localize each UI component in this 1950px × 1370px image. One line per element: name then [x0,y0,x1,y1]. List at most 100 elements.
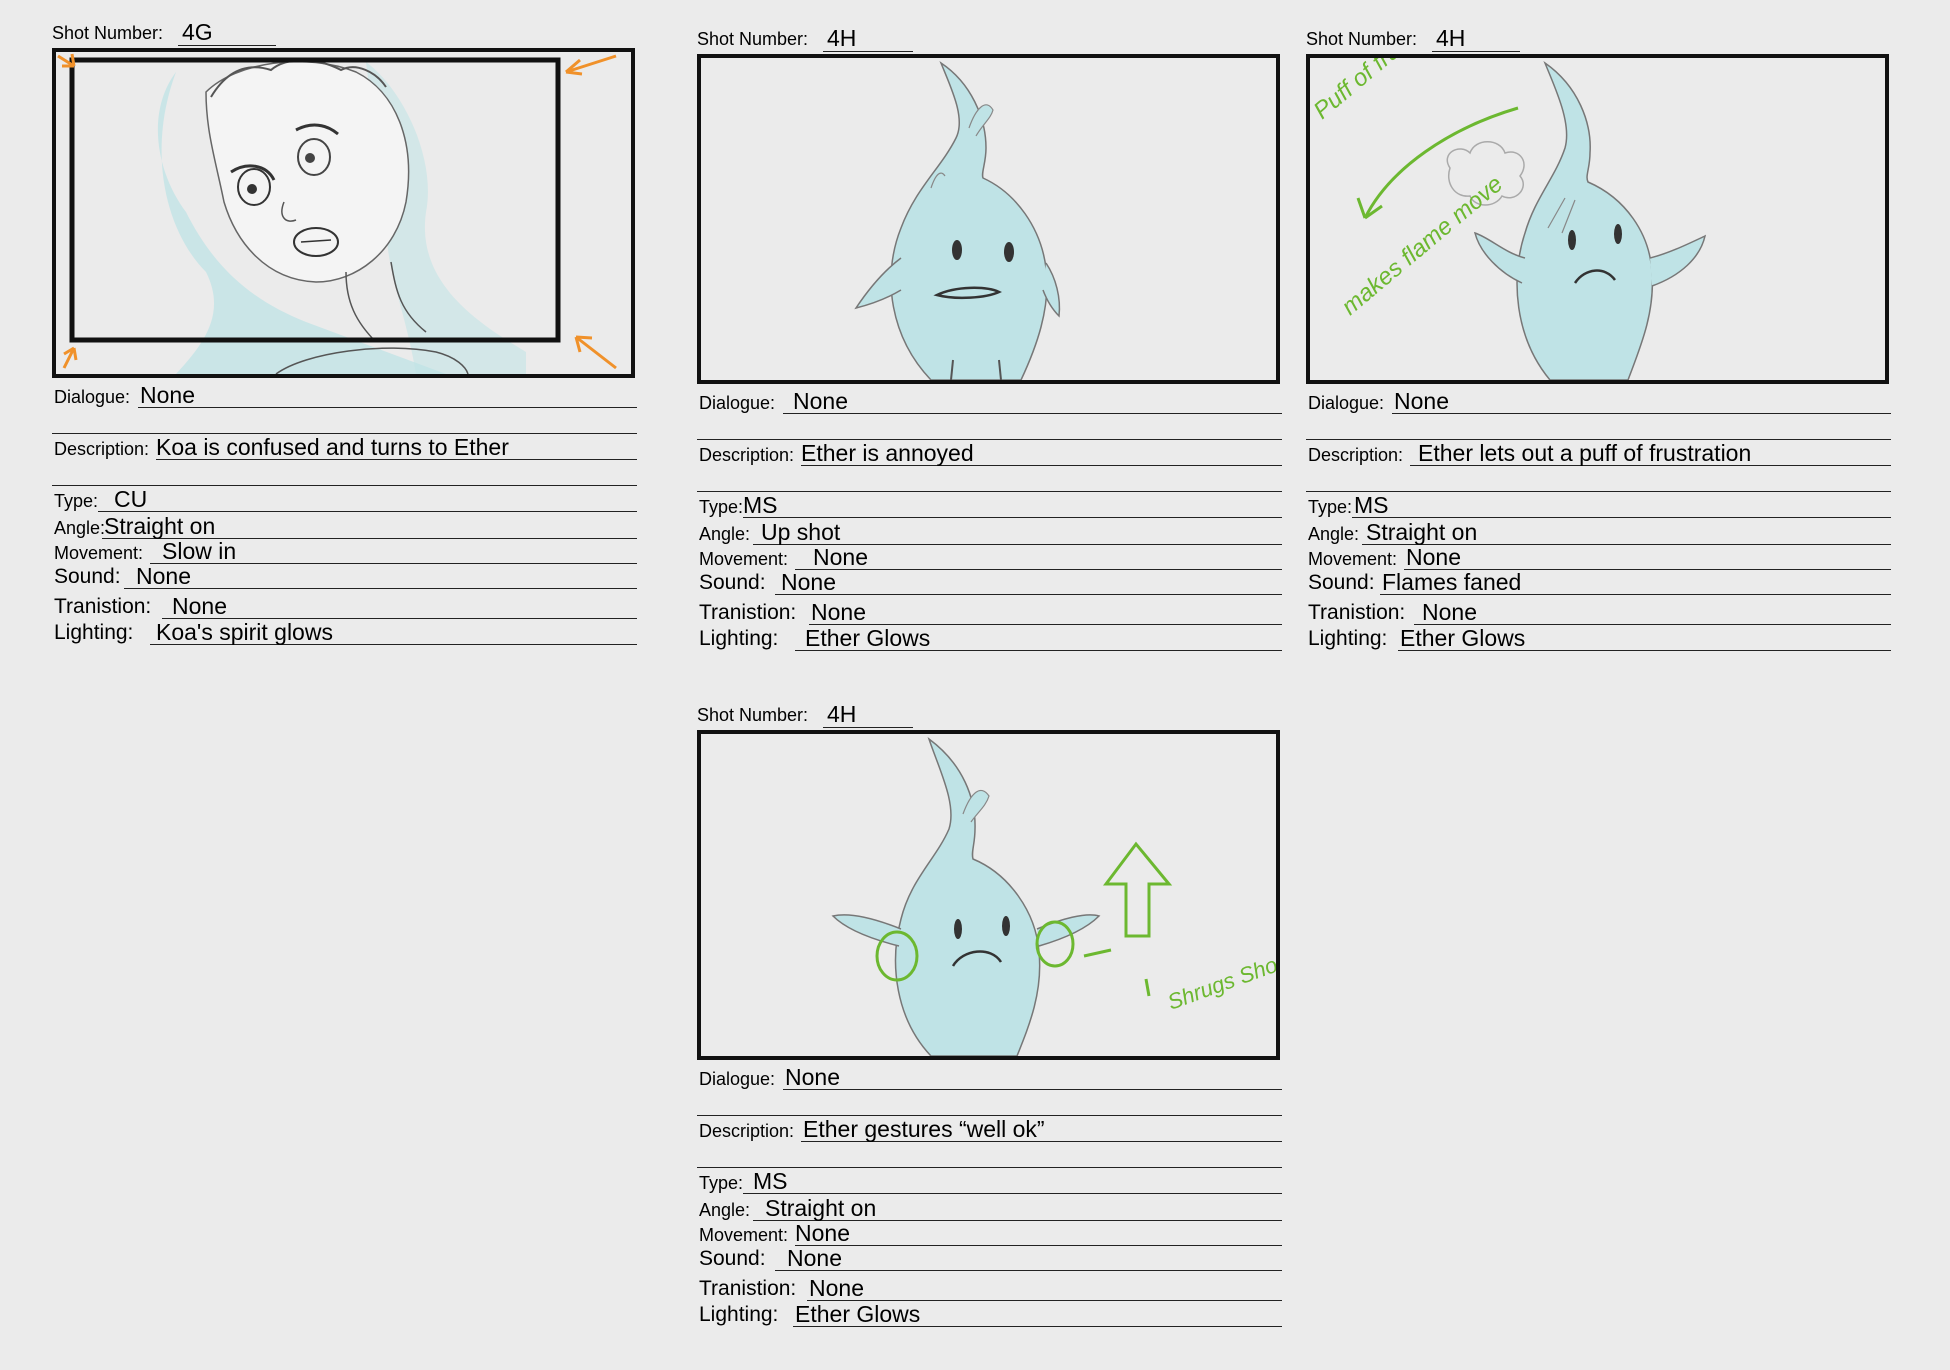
angle-row: Angle: Straight on [1306,520,1891,547]
transition-label: Tranistion: [1308,601,1406,624]
lighting-value: Koa's spirit glows [156,619,333,645]
movement-value: Slow in [162,538,237,564]
dialogue-label: Dialogue: [1308,393,1385,413]
lighting-label: Lighting: [1308,627,1388,650]
description-value: Ether gestures “well ok” [803,1116,1045,1142]
annotation-shrugs-shoulders: Shrugs Shoulders [1164,931,1276,1014]
type-label: Type: [1308,497,1353,517]
type-label: Type: [54,491,99,511]
storyboard-frame: Puff of frustration makes flame move [1306,54,1889,384]
sound-row: Sound: None [697,1246,1282,1273]
shot-number-value: 4H [823,25,913,52]
lighting-row: Lighting: Koa's spirit glows [52,619,637,647]
transition-label: Tranistion: [699,601,797,624]
angle-value: Up shot [761,519,841,545]
description-label: Description: [699,445,795,465]
type-label: Type: [699,1173,744,1193]
sound-row: Sound: None [52,564,637,591]
transition-row: Tranistion: None [697,597,1282,627]
ether-shrug-sketch: Shrugs Shoulders [831,736,1276,1056]
koa-closeup-sketch [57,53,617,374]
type-value: MS [743,492,778,518]
lighting-row: Lighting: Ether Glows [697,625,1282,653]
description-row: Description: Ether gestures “well ok” [697,1116,1282,1144]
movement-label: Movement: [1308,549,1398,569]
ether-annoyed-sketch [854,61,1061,380]
dialogue-label: Dialogue: [699,1069,776,1089]
transition-value: None [809,1275,864,1301]
lighting-value: Ether Glows [795,1301,921,1327]
description-row: Description: Ether is annoyed [697,440,1282,468]
movement-label: Movement: [699,1225,789,1245]
dialogue-label: Dialogue: [699,393,776,413]
storyboard-frame [52,48,635,378]
type-label: Type: [699,497,744,517]
lighting-value: Ether Glows [1400,625,1526,651]
lighting-label: Lighting: [699,1303,779,1326]
shot-number-label: Shot Number: [52,23,164,43]
angle-row: Angle: Straight on [52,514,637,541]
dialogue-value: None [1394,388,1449,414]
sound-value: None [781,569,836,595]
annotation-puff-of-frustration: Puff of frustration [1310,58,1466,125]
shot-details: Dialogue: None Description: Ether lets o… [1306,388,1891,653]
sound-label: Sound: [54,565,121,588]
description-label: Description: [54,439,150,459]
dialogue-row: Dialogue: None [52,383,637,410]
type-value: MS [1354,492,1389,518]
angle-label: Angle: [699,1200,751,1220]
lighting-row: Lighting: Ether Glows [1306,625,1891,653]
storyboard-frame [697,54,1280,384]
shot-details: Dialogue: None Description: Koa is confu… [52,383,637,647]
shot-details: Dialogue: None Description: Ether gestur… [697,1064,1282,1329]
movement-label: Movement: [699,549,789,569]
sound-label: Sound: [699,1247,766,1270]
movement-value: None [1406,544,1461,570]
lighting-label: Lighting: [54,621,134,644]
shot-number-value: 4G [178,19,276,46]
angle-value: Straight on [765,1195,877,1221]
transition-value: None [1422,599,1477,625]
movement-value: None [813,544,868,570]
dialogue-label: Dialogue: [54,387,131,407]
lighting-value: Ether Glows [805,625,931,651]
transition-value: None [811,599,866,625]
description-row: Description: Ether lets out a puff of fr… [1306,441,1891,468]
shot-number-row: Shot Number: 4G [52,16,637,48]
description-label: Description: [1308,445,1404,465]
storyboard-frame: Shrugs Shoulders [697,730,1280,1060]
shot-number-label: Shot Number: [1306,29,1418,49]
description-label: Description: [699,1121,795,1141]
angle-value: Straight on [1366,519,1478,545]
transition-row: Tranistion: None [52,591,637,621]
shot-number-row: Shot Number: 4H [697,22,1282,54]
angle-row: Angle: Up shot [697,520,1282,547]
transition-value: None [172,593,227,619]
transition-label: Tranistion: [54,595,152,618]
shot-details: Dialogue: None Description: Ether is ann… [697,388,1282,653]
dialogue-value: None [785,1064,840,1090]
storyboard-panel-4h-c: Shot Number: 4H Shrugs Shoulders Dialogu… [697,698,1282,1329]
dialogue-row: Dialogue: None [697,1064,1282,1092]
angle-label: Angle: [54,518,106,538]
shot-number-value: 4H [1432,25,1520,52]
description-value: Koa is confused and turns to Ether [156,434,509,460]
transition-row: Tranistion: None [697,1273,1282,1303]
shot-number-row: Shot Number: 4H [697,698,1282,730]
type-row: Type: MS [697,492,1282,520]
movement-value: None [795,1220,850,1246]
angle-row: Angle: Straight on [697,1196,1282,1223]
shot-number-row: Shot Number: 4H [1306,22,1891,54]
storyboard-panel-4h-a: Shot Number: 4H Dialogue: None Descripti… [697,22,1282,653]
sound-row: Sound: None [697,569,1282,597]
type-value: MS [753,1168,788,1194]
dialogue-value: None [793,388,848,414]
lighting-row: Lighting: Ether Glows [697,1301,1282,1329]
description-value: Ether is annoyed [801,440,974,466]
storyboard-panel-4g: Shot Number: 4G Dialogue: None Descripti… [52,16,637,647]
angle-label: Angle: [699,524,751,544]
sound-row: Sound: Flames faned [1306,570,1891,597]
storyboard-panel-4h-b: Shot Number: 4H Puff of frustration make… [1306,22,1891,653]
description-row: Description: Koa is confused and turns t… [52,434,637,462]
type-row: Type: MS [1306,492,1891,520]
